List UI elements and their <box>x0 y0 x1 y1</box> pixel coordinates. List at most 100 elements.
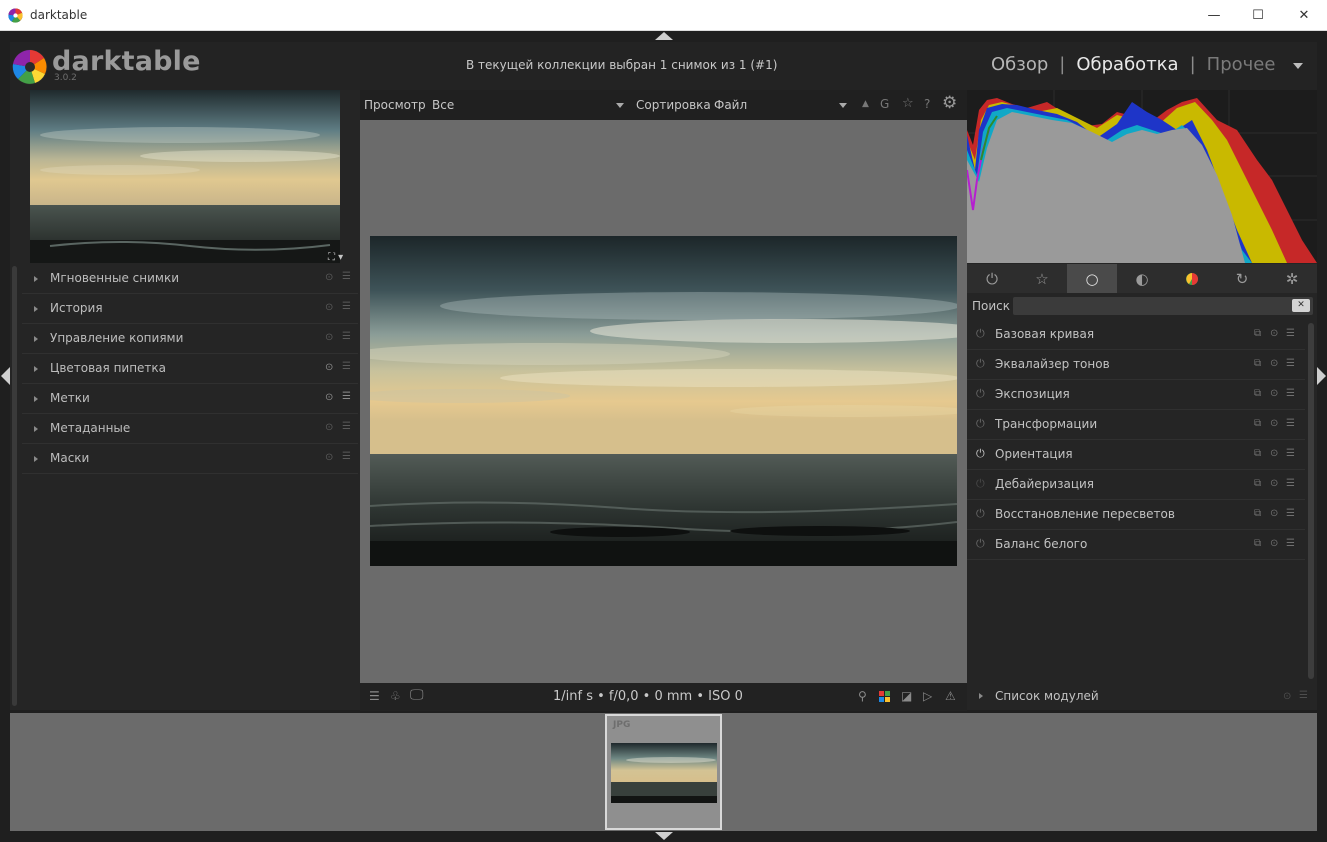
help-icon[interactable]: ? <box>924 97 930 111</box>
collapse-bottom-panel-icon[interactable] <box>655 832 673 840</box>
reset-icon[interactable]: ⊙ <box>325 272 333 283</box>
view-darkroom[interactable]: Обработка <box>1076 54 1178 75</box>
star-overlay-icon[interactable]: ☆ <box>902 96 914 111</box>
reset-icon[interactable]: ⊙ <box>1270 418 1278 429</box>
presets-icon[interactable]: ☰ <box>1299 690 1308 701</box>
presets-icon[interactable]: ☰ <box>1286 448 1295 459</box>
presets-icon[interactable]: ☰ <box>1286 538 1295 549</box>
module-white-balance[interactable]: ⏻ Баланс белого ⧉ ⊙ ☰ <box>967 530 1305 560</box>
module-color-picker[interactable]: Цветовая пипетка ⊙ ☰ <box>22 354 358 384</box>
multi-instance-icon[interactable]: ⧉ <box>1254 388 1261 399</box>
module-search-input[interactable] <box>1013 297 1313 315</box>
collapse-left-panel-icon[interactable] <box>1 367 10 385</box>
view-filter-select[interactable]: Все <box>432 98 454 112</box>
reset-icon[interactable]: ⊙ <box>1270 388 1278 399</box>
power-icon[interactable]: ⏻ <box>976 417 985 431</box>
presets-icon[interactable]: ☰ <box>342 331 351 342</box>
power-icon[interactable]: ⏻ <box>976 537 985 551</box>
tab-basic[interactable]: ○ <box>1067 264 1117 293</box>
power-icon[interactable]: ⏻ <box>976 357 985 371</box>
multi-instance-icon[interactable]: ⧉ <box>1254 538 1261 549</box>
presets-icon[interactable]: ☰ <box>1286 328 1295 339</box>
reset-icon[interactable]: ⊙ <box>1270 358 1278 369</box>
presets-icon[interactable]: ☰ <box>342 421 351 432</box>
tab-active-modules[interactable]: ⏻ <box>967 264 1017 293</box>
search-clear-icon[interactable]: ✕ <box>1292 299 1310 312</box>
multi-instance-icon[interactable]: ⧉ <box>1254 418 1261 429</box>
reset-icon[interactable]: ⊙ <box>325 422 333 433</box>
module-transform[interactable]: ⏻ Трансформации ⧉ ⊙ ☰ <box>967 410 1305 440</box>
left-scrollbar[interactable] <box>12 266 17 706</box>
gamut-check-icon[interactable]: ⚠ <box>945 689 956 703</box>
tab-tone[interactable]: ◐ <box>1117 264 1167 293</box>
styles-icon[interactable]: ♧ <box>390 689 401 703</box>
module-history[interactable]: История ⊙ ☰ <box>22 294 358 324</box>
second-window-icon[interactable]: 🖵 <box>410 687 424 703</box>
power-icon[interactable]: ⏻ <box>976 477 985 491</box>
view-filter-dropdown-icon[interactable] <box>616 103 624 108</box>
focus-peaking-icon[interactable]: ⚲ <box>858 689 867 703</box>
minimize-button[interactable]: — <box>1191 0 1237 31</box>
tab-correct[interactable]: ↻ <box>1217 264 1267 293</box>
view-other[interactable]: Прочее <box>1207 54 1276 75</box>
reset-icon[interactable]: ⊙ <box>1270 448 1278 459</box>
tab-favorites[interactable]: ☆ <box>1017 264 1067 293</box>
tab-effect[interactable]: ✲ <box>1267 264 1317 293</box>
presets-icon[interactable]: ☰ <box>342 391 351 402</box>
presets-icon[interactable]: ☰ <box>342 271 351 282</box>
collapse-right-panel-icon[interactable] <box>1317 367 1326 385</box>
power-icon[interactable]: ⏻ <box>976 327 985 341</box>
collapse-top-panel-icon[interactable] <box>655 32 673 40</box>
presets-icon[interactable]: ☰ <box>342 451 351 462</box>
presets-icon[interactable]: ☰ <box>1286 358 1295 369</box>
sort-select[interactable]: Файл <box>714 98 747 112</box>
module-metadata[interactable]: Метаданные ⊙ ☰ <box>22 414 358 444</box>
multi-instance-icon[interactable]: ⧉ <box>1254 328 1261 339</box>
module-duplicate-manager[interactable]: Управление копиями ⊙ ☰ <box>22 324 358 354</box>
reset-icon[interactable]: ⊙ <box>325 392 333 403</box>
overexposure-icon[interactable]: ◪ <box>901 689 912 703</box>
navigation-preview[interactable] <box>30 90 340 263</box>
power-icon[interactable]: ⏻ <box>976 447 985 461</box>
main-image[interactable] <box>370 236 957 566</box>
reset-icon[interactable]: ⊙ <box>1270 538 1278 549</box>
views-dropdown-icon[interactable] <box>1293 63 1303 69</box>
multi-instance-icon[interactable]: ⧉ <box>1254 478 1261 489</box>
presets-icon[interactable]: ☰ <box>342 361 351 372</box>
multi-instance-icon[interactable]: ⧉ <box>1254 358 1261 369</box>
presets-icon[interactable]: ☰ <box>342 301 351 312</box>
right-scrollbar[interactable] <box>1308 323 1314 679</box>
reset-icon[interactable]: ⊙ <box>1270 478 1278 489</box>
power-icon[interactable]: ⏻ <box>976 507 985 521</box>
module-snapshots[interactable]: Мгновенные снимки ⊙ ☰ <box>22 264 358 294</box>
reset-icon[interactable]: ⊙ <box>1283 691 1291 702</box>
quick-access-menu-icon[interactable]: ☰ <box>369 689 380 703</box>
gear-icon[interactable]: ⚙ <box>942 93 957 113</box>
presets-icon[interactable]: ☰ <box>1286 388 1295 399</box>
module-demosaic[interactable]: ⏻ Дебайеризация ⧉ ⊙ ☰ <box>967 470 1305 500</box>
module-base-curve[interactable]: ⏻ Базовая кривая ⧉ ⊙ ☰ <box>967 320 1305 350</box>
reset-icon[interactable]: ⊙ <box>325 332 333 343</box>
tab-color[interactable] <box>1167 264 1217 293</box>
module-masks[interactable]: Маски ⊙ ☰ <box>22 444 358 474</box>
sort-dropdown-icon[interactable] <box>839 103 847 108</box>
module-orientation[interactable]: ⏻ Ориентация ⧉ ⊙ ☰ <box>967 440 1305 470</box>
softproof-icon[interactable]: ▷ <box>923 689 932 703</box>
darkroom-canvas[interactable] <box>360 120 967 683</box>
presets-icon[interactable]: ☰ <box>1286 508 1295 519</box>
histogram[interactable] <box>966 90 1317 263</box>
module-highlight-reconstruction[interactable]: ⏻ Восстановление пересветов ⧉ ⊙ ☰ <box>967 500 1305 530</box>
reset-icon[interactable]: ⊙ <box>325 362 333 373</box>
filmstrip-thumbnail[interactable]: JPG <box>605 714 722 830</box>
sort-order-icon[interactable]: ▲ <box>862 99 869 109</box>
module-list-section[interactable]: Список модулей ⊙ ☰ <box>967 683 1317 711</box>
grouping-button[interactable]: G <box>880 97 889 111</box>
reset-icon[interactable]: ⊙ <box>1270 508 1278 519</box>
power-icon[interactable]: ⏻ <box>976 387 985 401</box>
reset-icon[interactable]: ⊙ <box>325 452 333 463</box>
navigation-zoom-icon[interactable]: ⛶ ▾ <box>328 252 343 263</box>
reset-icon[interactable]: ⊙ <box>325 302 333 313</box>
module-exposure[interactable]: ⏻ Экспозиция ⧉ ⊙ ☰ <box>967 380 1305 410</box>
multi-instance-icon[interactable]: ⧉ <box>1254 448 1261 459</box>
multi-instance-icon[interactable]: ⧉ <box>1254 508 1261 519</box>
